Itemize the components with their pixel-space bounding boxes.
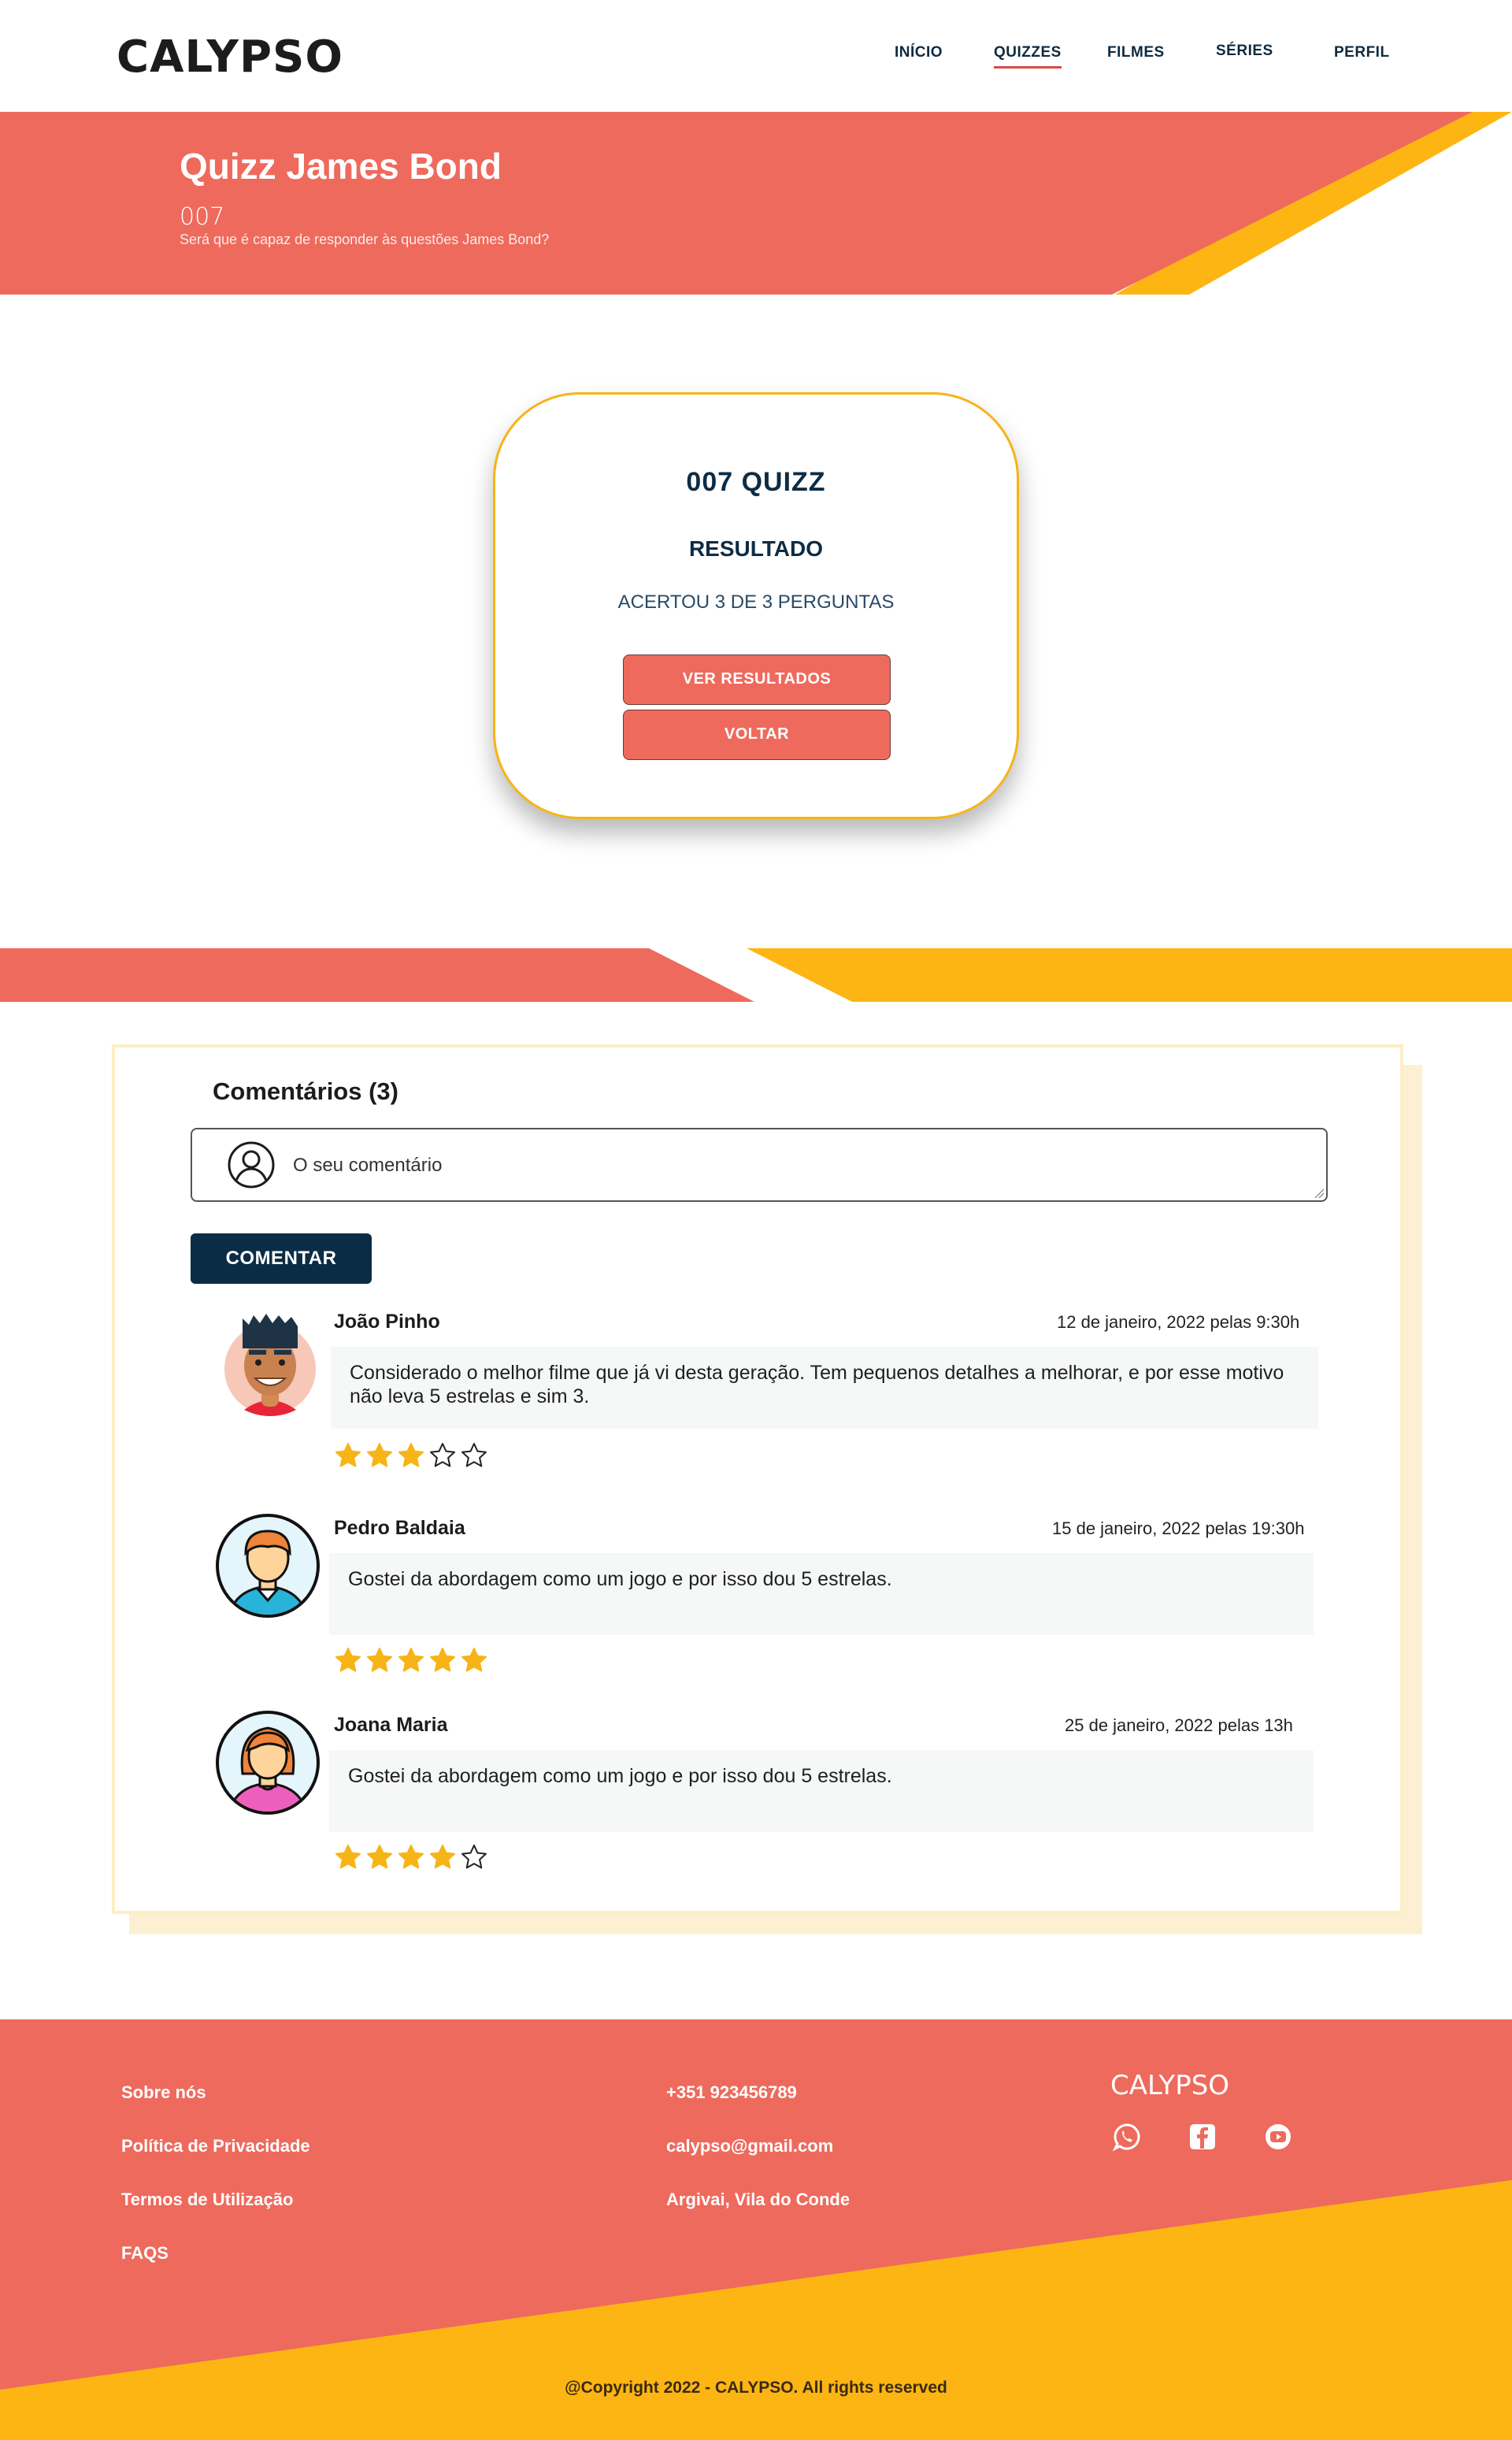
star-filled-icon [335,1648,361,1672]
comment-text: Gostei da abordagem como um jogo e por i… [329,1553,1314,1635]
footer-phone[interactable]: +351 923456789 [666,2082,797,2103]
submit-comment-button[interactable]: COMENTAR [191,1233,372,1284]
star-filled-icon [398,1648,424,1672]
top-navbar: CALYPSO INÍCIO QUIZZES FILMES SÉRIES PER… [0,0,1512,112]
view-results-button[interactable]: VER RESULTADOS [623,654,891,705]
result-card: 007 QUIZZ RESULTADO ACERTOU 3 DE 3 PERGU… [493,392,1019,819]
boy-avatar-icon [216,1514,320,1618]
comment-input-box[interactable] [191,1128,1328,1202]
star-filled-icon [367,1648,392,1672]
star-filled-icon [367,1443,392,1467]
page-description: Será que é capaz de responder às questõe… [180,232,550,247]
nav-quizzes[interactable]: QUIZZES [994,44,1062,69]
nav-inicio[interactable]: INÍCIO [895,44,943,61]
whatsapp-icon[interactable] [1112,2122,1142,2152]
comment-text: Gostei da abordagem como um jogo e por i… [329,1750,1314,1832]
nav-series[interactable]: SÉRIES [1216,43,1273,60]
page-subtitle: 007 [180,203,225,231]
comment-field[interactable] [293,1150,1301,1181]
comment-date: 12 de janeiro, 2022 pelas 9:30h [1057,1312,1300,1332]
footer-link-terms[interactable]: Termos de Utilização [121,2190,293,2210]
score-text: ACERTOU 3 DE 3 PERGUNTAS [617,591,895,613]
man-avatar-icon [224,1314,316,1416]
youtube-icon[interactable] [1263,2122,1293,2152]
comment-date: 25 de janeiro, 2022 pelas 13h [1065,1715,1293,1735]
comment-date: 15 de janeiro, 2022 pelas 19:30h [1052,1519,1305,1538]
result-heading: RESULTADO [688,536,824,561]
girl-avatar-icon [216,1711,320,1815]
footer-link-about[interactable]: Sobre nós [121,2082,206,2103]
star-filled-icon [335,1443,361,1467]
star-filled-icon [461,1648,487,1672]
nav-filmes[interactable]: FILMES [1107,44,1165,61]
star-filled-icon [335,1845,361,1869]
facebook-icon[interactable] [1188,2122,1217,2152]
hero-banner: Quizz James Bond 007 Será que é capaz de… [0,112,1512,295]
footer-link-faqs[interactable]: FAQS [121,2243,169,2264]
section-divider [0,948,1512,1002]
comment-author: Pedro Baldaia [334,1517,465,1539]
footer-email[interactable]: calypso@gmail.com [666,2136,833,2156]
footer-brand: CALYPSO [1110,2070,1230,2101]
page-title: Quizz James Bond [180,146,502,187]
star-rating [334,1646,488,1674]
comments-section: Comentários (3) COMENTAR João Pinho [112,1044,1403,1914]
footer-link-privacy[interactable]: Política de Privacidade [121,2136,310,2156]
back-button[interactable]: VOLTAR [623,710,891,760]
hero-background [0,112,1512,295]
star-empty-icon [461,1443,487,1467]
nav-perfil[interactable]: PERFIL [1334,44,1390,61]
star-rating [334,1441,488,1470]
comment-text: Considerado o melhor filme que já vi des… [331,1347,1318,1429]
star-filled-icon [398,1443,424,1467]
comment-author: João Pinho [334,1311,440,1333]
star-filled-icon [430,1845,455,1869]
star-empty-icon [430,1443,455,1467]
footer-address: Argivai, Vila do Conde [666,2190,850,2209]
star-rating [334,1843,488,1871]
star-filled-icon [398,1845,424,1869]
site-logo[interactable]: CALYPSO [117,32,343,83]
copyright-text: @Copyright 2022 - CALYPSO. All rights re… [565,2379,947,2397]
star-filled-icon [430,1648,455,1672]
resize-grip-icon[interactable] [1314,1188,1325,1199]
comments-title: Comentários (3) [213,1077,398,1105]
user-icon [228,1141,275,1188]
quiz-title: 007 QUIZZ [686,467,826,497]
comment-author: Joana Maria [334,1714,448,1736]
site-footer: Sobre nós Política de Privacidade Termos… [0,2019,1512,2440]
star-empty-icon [461,1845,487,1869]
star-filled-icon [367,1845,392,1869]
